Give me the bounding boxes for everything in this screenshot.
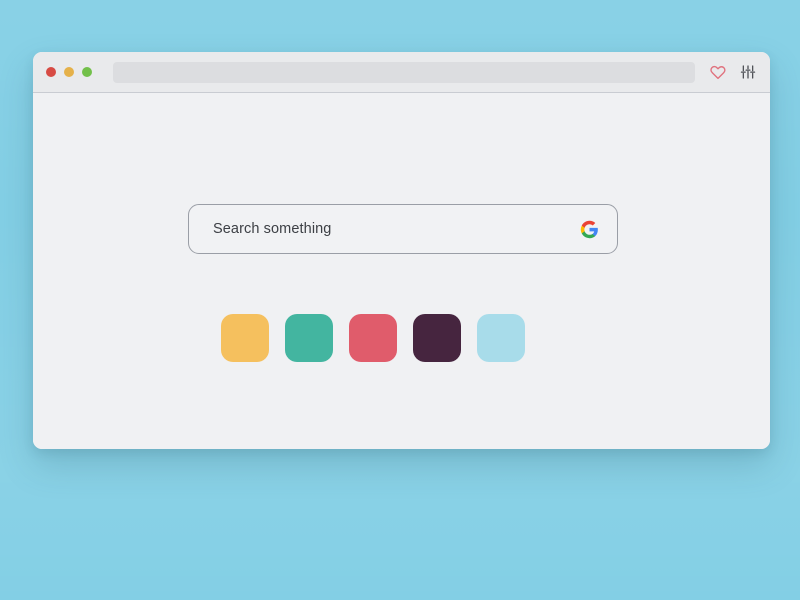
maximize-button[interactable] xyxy=(82,67,92,77)
swatch-teal[interactable] xyxy=(285,314,333,362)
google-g-icon[interactable] xyxy=(577,217,601,241)
search-field[interactable] xyxy=(188,204,618,254)
sliders-icon[interactable] xyxy=(739,64,756,81)
color-swatch-row xyxy=(221,314,525,362)
title-bar xyxy=(33,52,770,93)
minimize-button[interactable] xyxy=(64,67,74,77)
swatch-amber[interactable] xyxy=(221,314,269,362)
page-content xyxy=(33,93,770,449)
address-bar[interactable] xyxy=(113,61,695,83)
close-button[interactable] xyxy=(46,67,56,77)
swatch-plum[interactable] xyxy=(413,314,461,362)
browser-window xyxy=(33,52,770,449)
desktop-background xyxy=(0,0,800,600)
search-input[interactable] xyxy=(213,205,577,253)
heart-icon[interactable] xyxy=(709,64,726,81)
title-bar-actions xyxy=(709,64,756,81)
swatch-sky[interactable] xyxy=(477,314,525,362)
search-block xyxy=(188,204,618,362)
window-controls xyxy=(46,67,92,77)
swatch-rose[interactable] xyxy=(349,314,397,362)
